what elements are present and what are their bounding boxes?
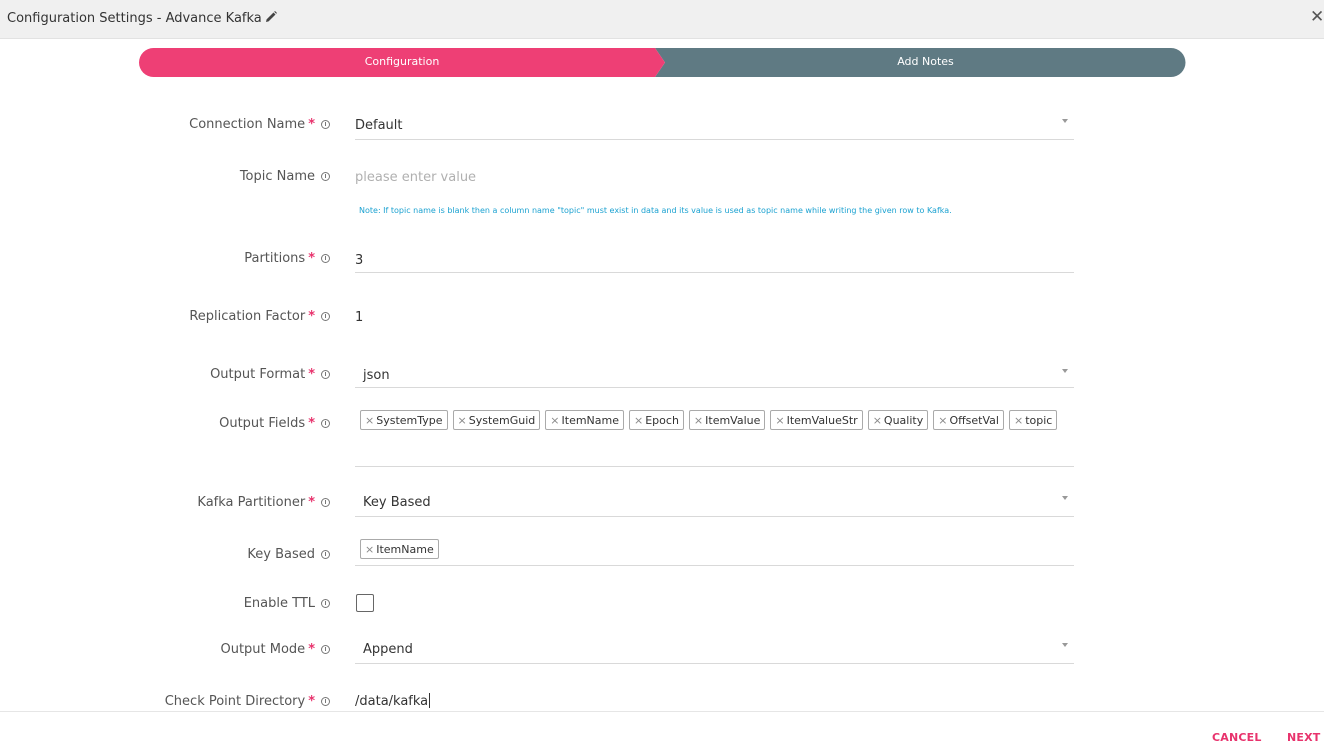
- info-icon[interactable]: [321, 254, 330, 263]
- tag-label: SystemType: [376, 413, 443, 427]
- tag-chip[interactable]: × Quality: [867, 410, 929, 430]
- tag-label: ItemName: [376, 542, 434, 556]
- wizard-stepper: Configuration Add Notes: [139, 48, 1186, 77]
- partitions-label: Partitions *: [120, 251, 330, 266]
- tag-label: ItemName: [561, 413, 620, 427]
- info-icon[interactable]: [321, 645, 330, 654]
- output-fields-multiselect[interactable]: × SystemType × SystemGuid × ItemName × Epoch × It…: [355, 410, 1074, 467]
- dropdown-caret-icon: [1062, 643, 1068, 647]
- connection-name-select[interactable]: Default: [355, 114, 1074, 140]
- required-marker: *: [308, 495, 315, 510]
- remove-tag-icon[interactable]: ×: [873, 414, 882, 427]
- cancel-button[interactable]: CANCEL: [1212, 731, 1262, 744]
- info-icon[interactable]: [321, 697, 330, 706]
- dialog-title: Configuration Settings - Advance Kafka: [7, 11, 262, 26]
- tag-label: ItemValue: [705, 413, 761, 427]
- dialog-header: Configuration Settings - Advance Kafka ✕: [0, 0, 1324, 39]
- output-fields-tag-list: × SystemType × SystemGuid × ItemName × Epoch × It…: [360, 410, 1074, 430]
- connection-name-label: Connection Name *: [120, 117, 330, 132]
- required-marker: *: [308, 642, 315, 657]
- topic-name-label: Topic Name: [120, 169, 330, 184]
- key-based-label: Key Based: [120, 547, 330, 562]
- replication-factor-input[interactable]: 1: [355, 306, 1074, 328]
- enable-ttl-checkbox[interactable]: [356, 594, 374, 612]
- tag-label: Epoch: [645, 413, 679, 427]
- tag-label: SystemGuid: [468, 413, 536, 427]
- topic-name-note: Note: If topic name is blank then a colu…: [359, 206, 952, 215]
- tag-chip[interactable]: × ItemValue: [688, 410, 766, 430]
- replication-factor-label: Replication Factor *: [120, 309, 330, 324]
- required-marker: *: [308, 694, 315, 709]
- tag-label: OffsetVal: [949, 413, 999, 427]
- required-marker: *: [308, 367, 315, 382]
- info-icon[interactable]: [321, 172, 330, 181]
- checkpoint-directory-input[interactable]: /data/kafka: [355, 690, 1074, 710]
- tag-chip[interactable]: × topic: [1008, 410, 1058, 430]
- info-icon[interactable]: [321, 599, 330, 608]
- close-icon[interactable]: ✕: [1310, 8, 1324, 26]
- output-format-select[interactable]: json: [355, 364, 1074, 388]
- tag-chip[interactable]: × SystemType: [360, 410, 448, 430]
- text-cursor: [429, 693, 431, 708]
- remove-tag-icon[interactable]: ×: [775, 414, 784, 427]
- info-icon[interactable]: [321, 370, 330, 379]
- dropdown-caret-icon: [1062, 369, 1068, 373]
- info-icon[interactable]: [321, 550, 330, 559]
- dropdown-caret-icon: [1062, 496, 1068, 500]
- tag-chip[interactable]: × SystemGuid: [452, 410, 541, 430]
- output-mode-label: Output Mode *: [120, 642, 330, 657]
- required-marker: *: [308, 309, 315, 324]
- key-based-multiselect[interactable]: × ItemName: [355, 539, 1074, 566]
- pencil-edit-icon[interactable]: [264, 10, 278, 24]
- remove-tag-icon[interactable]: ×: [365, 414, 374, 427]
- tag-chip[interactable]: × ItemName: [545, 410, 625, 430]
- tag-label: ItemValueStr: [786, 413, 858, 427]
- kafka-partitioner-label: Kafka Partitioner *: [120, 495, 330, 510]
- info-icon[interactable]: [321, 498, 330, 507]
- remove-tag-icon[interactable]: ×: [365, 543, 374, 556]
- tag-label: topic: [1025, 413, 1053, 427]
- kafka-partitioner-select[interactable]: Key Based: [355, 491, 1074, 517]
- info-icon[interactable]: [321, 120, 330, 129]
- required-marker: *: [308, 251, 315, 266]
- output-mode-select[interactable]: Append: [355, 638, 1074, 664]
- required-marker: *: [308, 117, 315, 132]
- remove-tag-icon[interactable]: ×: [1014, 414, 1023, 427]
- tag-chip[interactable]: × ItemValueStr: [770, 410, 863, 430]
- remove-tag-icon[interactable]: ×: [634, 414, 643, 427]
- remove-tag-icon[interactable]: ×: [458, 414, 467, 427]
- dropdown-caret-icon: [1062, 119, 1068, 123]
- checkpoint-directory-label: Check Point Directory *: [120, 694, 330, 709]
- tag-chip[interactable]: × ItemName: [360, 539, 439, 559]
- topic-name-input[interactable]: please enter value: [355, 166, 1074, 188]
- partitions-input[interactable]: 3: [355, 249, 1074, 273]
- required-marker: *: [308, 416, 315, 431]
- remove-tag-icon[interactable]: ×: [550, 414, 559, 427]
- info-icon[interactable]: [321, 419, 330, 428]
- output-fields-label: Output Fields *: [120, 416, 330, 431]
- tag-chip[interactable]: × OffsetVal: [933, 410, 1004, 430]
- tag-label: Quality: [883, 413, 924, 427]
- remove-tag-icon[interactable]: ×: [694, 414, 703, 427]
- enable-ttl-label: Enable TTL: [120, 596, 330, 611]
- dialog-footer: CANCEL NEXT: [0, 711, 1324, 754]
- key-based-tag-list: × ItemName: [360, 539, 1074, 559]
- step-configuration[interactable]: Configuration: [139, 55, 665, 68]
- info-icon[interactable]: [321, 312, 330, 321]
- tag-chip[interactable]: × Epoch: [629, 410, 684, 430]
- remove-tag-icon[interactable]: ×: [938, 414, 947, 427]
- step-add-notes[interactable]: Add Notes: [665, 55, 1186, 68]
- output-format-label: Output Format *: [120, 367, 330, 382]
- next-button[interactable]: NEXT: [1287, 731, 1321, 744]
